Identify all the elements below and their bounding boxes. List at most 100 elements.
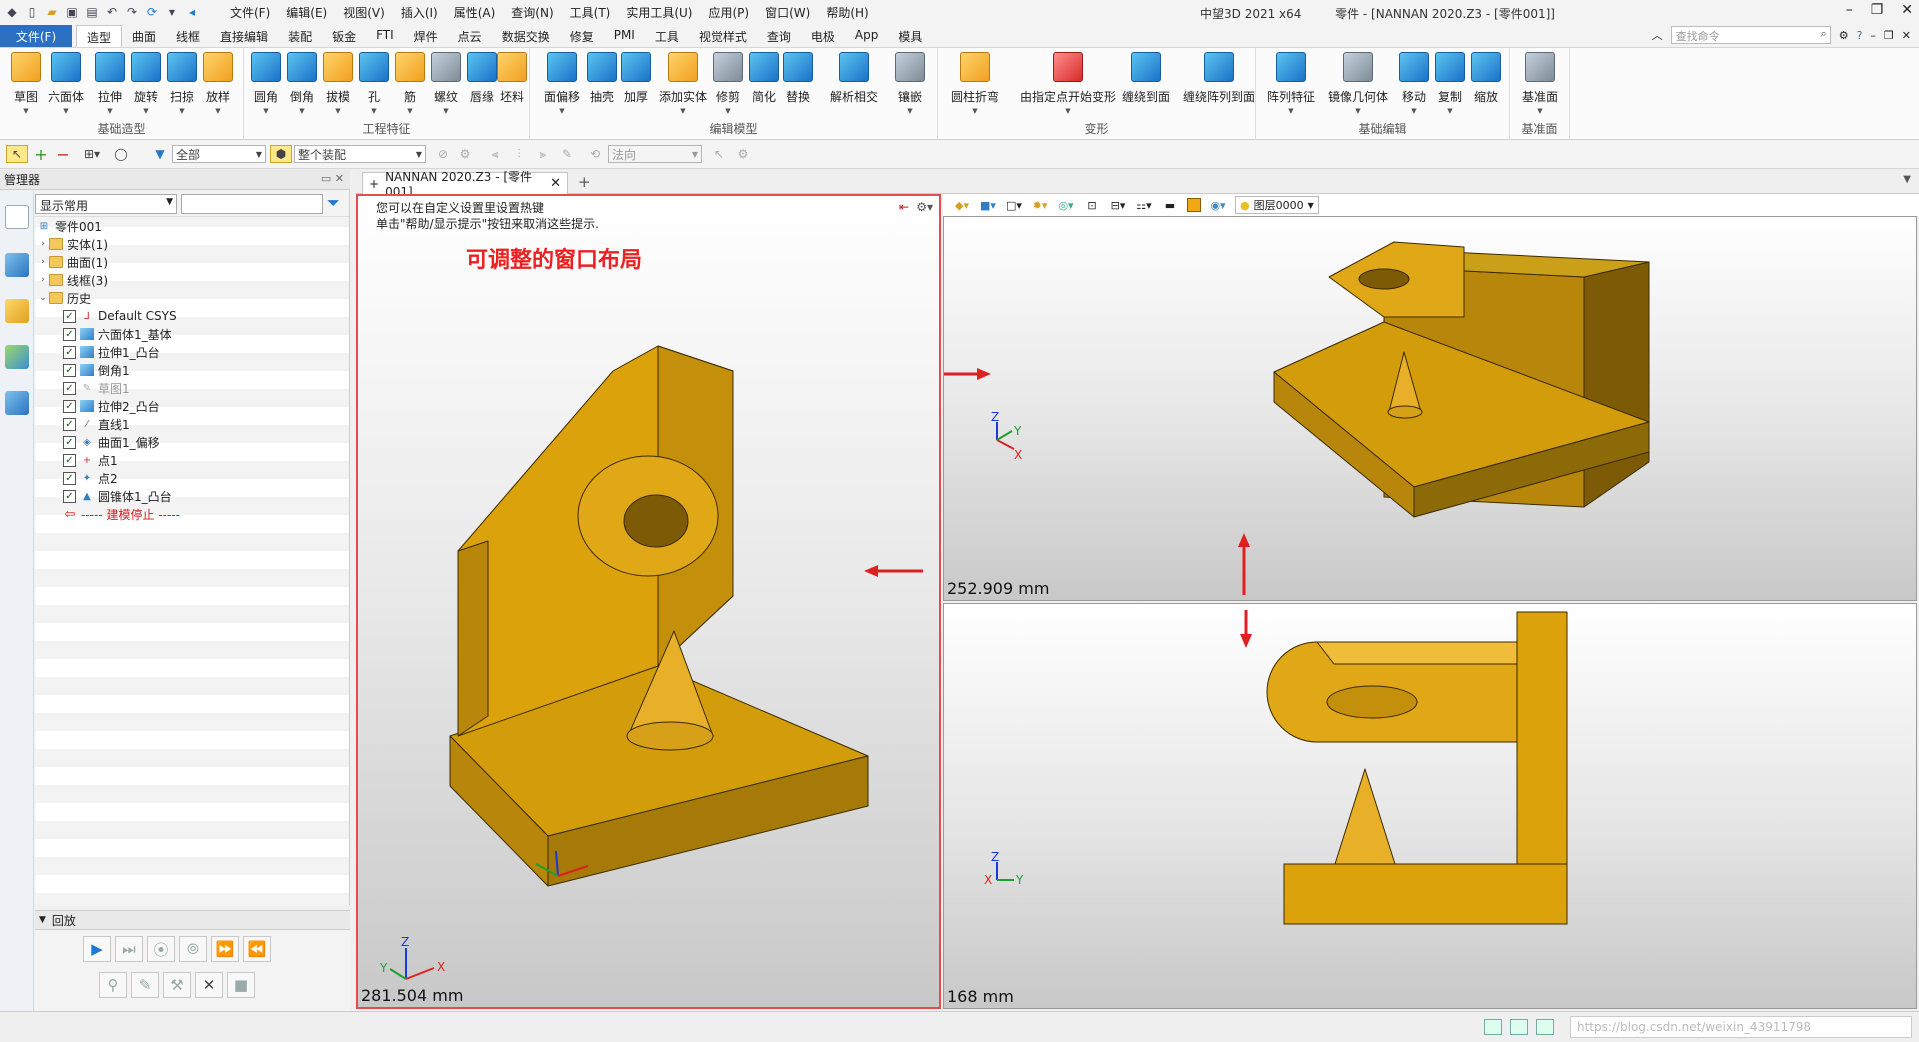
hole-button[interactable]: 孔 ▼: [356, 52, 392, 115]
history-tree-tab-icon[interactable]: [5, 205, 29, 229]
visibility-checkbox[interactable]: ✓: [63, 327, 76, 341]
tree-node-point2[interactable]: ✓ ✦ 点2: [63, 469, 118, 487]
zoom-fit-icon[interactable]: ⊡: [1083, 197, 1101, 213]
rewind-icon[interactable]: ⏪: [243, 936, 271, 962]
help-icon[interactable]: ?: [1857, 29, 1863, 42]
status-layout-icon[interactable]: [1484, 1019, 1502, 1035]
pattern-feature-button[interactable]: 阵列特征 ▼: [1266, 52, 1316, 115]
tab-repair[interactable]: 修复: [560, 25, 604, 47]
ribbon-close-icon[interactable]: ✕: [1902, 29, 1911, 42]
datum-plane-button[interactable]: 基准面 ▼: [1520, 52, 1560, 115]
save-icon[interactable]: ▣: [64, 4, 80, 20]
pin-icon[interactable]: +: [369, 177, 379, 191]
wrap-pattern-button[interactable]: 缠绕阵列到面: [1183, 52, 1255, 105]
menu-help[interactable]: 帮助(H): [818, 4, 876, 21]
tree-node-csys[interactable]: ✓ ⅃ Default CSYS: [63, 307, 177, 325]
expand-icon[interactable]: ›: [37, 257, 49, 267]
redo-icon[interactable]: ↷: [124, 4, 140, 20]
tab-sheetmetal[interactable]: 钣金: [322, 25, 366, 47]
stop-icon[interactable]: ■: [227, 972, 255, 998]
tab-direct-edit[interactable]: 直接编辑: [210, 25, 278, 47]
fast-forward-icon[interactable]: ⏩: [211, 936, 239, 962]
viewport-iso-left[interactable]: 您可以在自定义设置里设置热键 单击"帮助/显示提示"按钮来取消这些提示. 可调整…: [356, 194, 941, 1009]
layers-icon[interactable]: ◉▾: [1209, 197, 1227, 213]
cylinder-bend-button[interactable]: 圆柱折弯 ▼: [948, 52, 1002, 115]
tab-electrode[interactable]: 电极: [801, 25, 845, 47]
tree-node-wireframe[interactable]: › 线框(3): [37, 271, 108, 289]
tab-pmi[interactable]: PMI: [604, 25, 645, 47]
display-filter-combo[interactable]: 显示常用 ▼: [35, 194, 177, 214]
shading-icon[interactable]: ◆▾: [953, 197, 971, 213]
tab-modeling[interactable]: 造型: [76, 25, 123, 47]
expand-icon[interactable]: ›: [37, 275, 49, 285]
revolve-button[interactable]: 旋转 ▼: [128, 52, 164, 115]
selection-box-icon[interactable]: ⊞▾: [80, 145, 104, 163]
sweep-button[interactable]: 扫掠 ▼: [164, 52, 200, 115]
status-display-icon[interactable]: [1510, 1019, 1528, 1035]
tree-node-extrude2[interactable]: ✓ 拉伸2_凸台: [63, 397, 160, 415]
minimize-icon[interactable]: –: [1846, 2, 1853, 18]
undo-icon[interactable]: ↶: [104, 4, 120, 20]
step-next-icon[interactable]: ⦿: [147, 936, 175, 962]
close-tab-icon[interactable]: ✕: [550, 176, 561, 191]
user-tab-icon[interactable]: [5, 391, 29, 415]
assembly-scope-combo[interactable]: 整个装配 ▼: [294, 145, 426, 163]
copy-button[interactable]: 复制 ▼: [1432, 52, 1468, 115]
snap-settings-icon[interactable]: ⚙: [456, 145, 474, 163]
dropdown-icon[interactable]: ▼: [164, 4, 180, 20]
viewport-front-right[interactable]: Z Y X 168 mm: [943, 603, 1917, 1009]
regen-icon[interactable]: ⟳: [144, 4, 160, 20]
tree-node-part[interactable]: ⊞ 零件001: [37, 217, 102, 235]
menu-utilities[interactable]: 实用工具(U): [618, 4, 700, 21]
tab-pointcloud[interactable]: 点云: [448, 25, 492, 47]
section-icon[interactable]: ⊟▾: [1109, 197, 1127, 213]
link-icon[interactable]: ⚲: [99, 972, 127, 998]
render-icon[interactable]: ✹▾: [1031, 197, 1049, 213]
tab-assembly[interactable]: 装配: [278, 25, 322, 47]
block-button[interactable]: 六面体 ▼: [48, 52, 84, 115]
status-input[interactable]: https://blog.csdn.net/weixin_43911798: [1570, 1016, 1912, 1038]
tree-node-chamfer1[interactable]: ✓ 倒角1: [63, 361, 130, 379]
tab-weldment[interactable]: 焊件: [404, 25, 448, 47]
view-tab-icon[interactable]: [5, 345, 29, 369]
mirror-geometry-button[interactable]: 镜像几何体 ▼: [1328, 52, 1388, 115]
align-right-icon[interactable]: ⫸: [534, 145, 552, 163]
collapse-icon[interactable]: ▼: [39, 915, 46, 925]
tree-node-point1[interactable]: ✓ + 点1: [63, 451, 118, 469]
select-pointer-icon[interactable]: ↖: [6, 145, 28, 163]
move-button[interactable]: 移动 ▼: [1396, 52, 1432, 115]
rib-button[interactable]: 筋 ▼: [392, 52, 428, 115]
pin-icon[interactable]: ✎: [558, 145, 576, 163]
filter-view-icon[interactable]: ⚏▾: [1135, 197, 1153, 213]
rotate-icon[interactable]: ⟲: [586, 145, 604, 163]
deform-from-point-button[interactable]: 由指定点开始变形 ▼: [1018, 52, 1118, 115]
tab-tools[interactable]: 工具: [645, 25, 689, 47]
wire-cube-icon[interactable]: □▾: [1005, 197, 1023, 213]
visibility-checkbox[interactable]: ✓: [63, 309, 76, 323]
menu-edit[interactable]: 编辑(E): [278, 4, 335, 21]
draft-button[interactable]: 拔模 ▼: [320, 52, 356, 115]
sketch-button[interactable]: 草图 ▼: [8, 52, 44, 115]
menu-query[interactable]: 查询(N): [503, 4, 561, 21]
visibility-checkbox[interactable]: ✓: [63, 435, 76, 449]
menu-tools[interactable]: 工具(T): [562, 4, 619, 21]
cancel-icon[interactable]: ✕: [195, 972, 223, 998]
face-color-icon[interactable]: [1187, 198, 1201, 212]
tab-wireframe[interactable]: 线框: [166, 25, 210, 47]
document-tab[interactable]: + NANNAN 2020.Z3 - [零件001] ✕: [362, 170, 568, 199]
stock-button[interactable]: 坯料: [494, 52, 530, 105]
menu-view[interactable]: 视图(V): [335, 4, 393, 21]
assembly-tab-icon[interactable]: [5, 253, 29, 277]
layer-combo[interactable]: ● 图层0000 ▼: [1235, 196, 1319, 214]
play-icon[interactable]: ▶: [83, 936, 111, 962]
snap-icon[interactable]: ⊘: [434, 145, 452, 163]
tree-node-cone1[interactable]: ✓ ▲ 圆锥体1_凸台: [63, 487, 172, 505]
menu-window[interactable]: 窗口(W): [757, 4, 818, 21]
visibility-checkbox[interactable]: ✓: [63, 471, 76, 485]
command-search-input[interactable]: 查找命令 ⌕: [1670, 26, 1831, 44]
tree-node-offset-surface[interactable]: ✓ ◈ 曲面1_偏移: [63, 433, 160, 451]
tree-node-block1[interactable]: ✓ 六面体1_基体: [63, 325, 172, 343]
visibility-checkbox[interactable]: ✓: [63, 453, 76, 467]
menu-file[interactable]: 文件(F): [222, 4, 278, 21]
status-list-icon[interactable]: [1536, 1019, 1554, 1035]
